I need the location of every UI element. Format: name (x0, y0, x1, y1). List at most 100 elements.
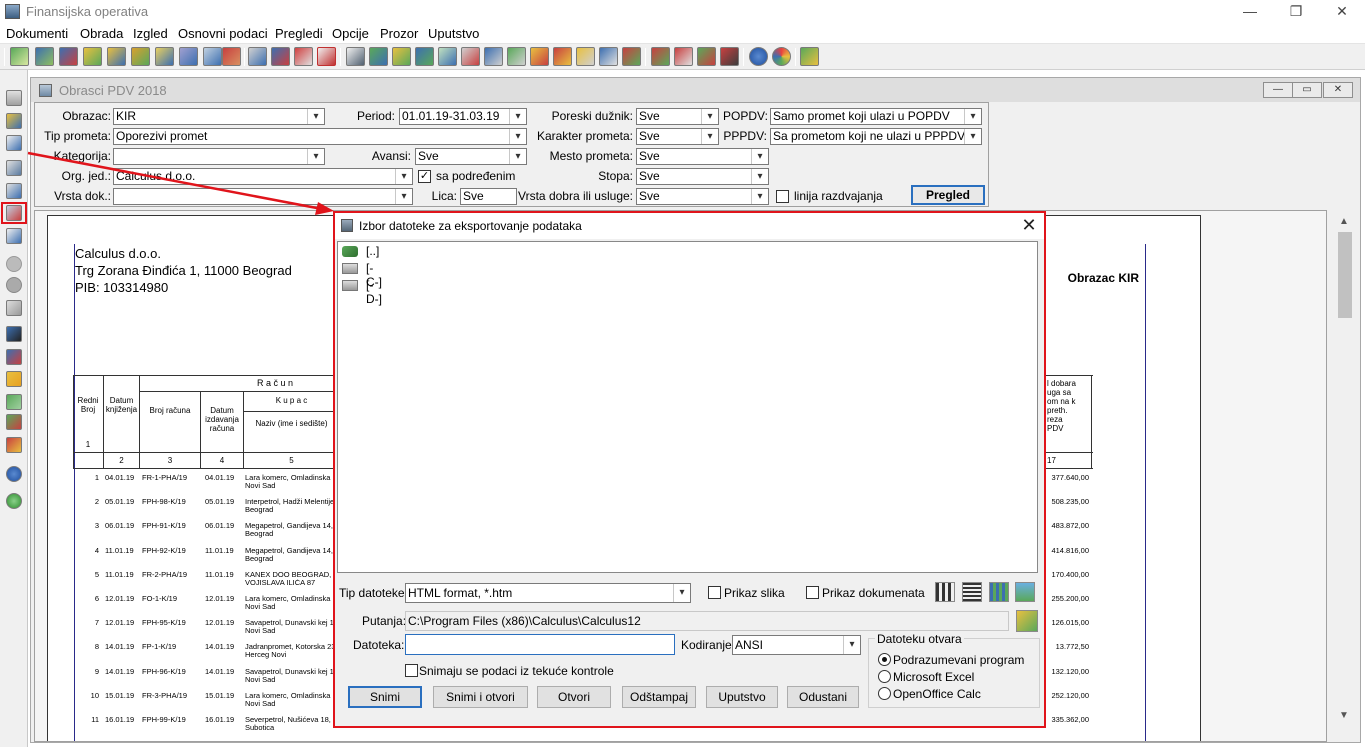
menu-prozor[interactable]: Prozor (380, 26, 418, 41)
write-document-icon[interactable] (107, 47, 126, 66)
vrsta-dok-select[interactable]: ▾ (113, 188, 413, 205)
save-as-icon[interactable] (6, 113, 22, 129)
search-document-icon[interactable] (461, 47, 480, 66)
document-list-icon[interactable] (59, 47, 78, 66)
edit-document-icon[interactable] (83, 47, 102, 66)
poreski-select[interactable]: Sve ▾ (636, 108, 719, 125)
stopa-select[interactable]: Sve ▾ (636, 168, 769, 185)
expand-icon[interactable] (6, 394, 22, 410)
calendar-icon[interactable] (294, 47, 313, 66)
info-document-icon[interactable] (599, 47, 618, 66)
remove-icon[interactable] (6, 277, 22, 293)
new-document-icon[interactable] (10, 47, 29, 66)
uputstvo-button[interactable]: Uputstvo (706, 686, 778, 708)
print-icon[interactable] (6, 160, 22, 176)
scroll-thumb[interactable] (1338, 232, 1352, 318)
tax-icon[interactable] (553, 47, 572, 66)
minimize-button[interactable]: — (1227, 0, 1273, 24)
mail-icon[interactable] (6, 228, 22, 244)
child-maximize-button[interactable]: ▭ (1292, 82, 1322, 98)
view-thumbnails-icon[interactable] (989, 582, 1009, 602)
menu-dokumenti[interactable]: Dokumenti (6, 26, 68, 41)
lica-input[interactable]: Sve (460, 188, 517, 205)
calendar-31-icon[interactable] (346, 47, 365, 66)
export-file-icon[interactable] (6, 135, 22, 151)
report-icon[interactable] (622, 47, 641, 66)
help-icon[interactable] (6, 466, 22, 482)
filter-icon[interactable] (6, 371, 22, 387)
kategorija-select[interactable]: ▾ (113, 148, 325, 165)
list-green-icon[interactable] (697, 47, 716, 66)
contacts-icon[interactable] (179, 47, 198, 66)
radio-default-program[interactable] (878, 653, 891, 666)
menu-osnovni-podaci[interactable]: Osnovni podaci (178, 26, 268, 41)
menu-uputstvo[interactable]: Uputstvo (428, 26, 479, 41)
child-minimize-button[interactable]: — (1263, 82, 1293, 98)
export-icon[interactable] (248, 47, 267, 66)
view-list-icon[interactable] (962, 582, 982, 602)
help-icon[interactable] (749, 47, 768, 66)
menu-obrada[interactable]: Obrada (80, 26, 123, 41)
pppdv-select[interactable]: Sa prometom koji ne ulazi u PPPDV ▾ (770, 128, 982, 145)
sheet-icon[interactable] (438, 47, 457, 66)
list-warning-icon[interactable] (6, 437, 22, 453)
browse-folder-icon[interactable] (1016, 610, 1038, 632)
scroll-down-icon[interactable]: ▼ (1339, 710, 1349, 721)
note-icon[interactable] (576, 47, 595, 66)
palette-icon[interactable] (772, 47, 791, 66)
calculator-icon[interactable] (203, 47, 222, 66)
chart-down-icon[interactable] (392, 47, 411, 66)
kodiranje-select[interactable]: ANSI ▾ (732, 635, 861, 655)
tip-prometa-select[interactable]: Oporezivi promet ▾ (113, 128, 527, 145)
odustani-button[interactable]: Odustani (787, 686, 859, 708)
open-document-icon[interactable] (35, 47, 54, 66)
datoteka-input[interactable] (405, 634, 675, 655)
snimi-i-otvori-button[interactable]: Snimi i otvori (433, 686, 528, 708)
list-dark-icon[interactable] (720, 47, 739, 66)
period-select[interactable]: 01.01.19-31.03.19 ▾ (399, 108, 527, 125)
radio-openoffice[interactable] (878, 687, 891, 700)
vrsta-dobra-select[interactable]: Sve ▾ (636, 188, 769, 205)
radio-excel[interactable] (878, 670, 891, 683)
import-icon[interactable] (271, 47, 290, 66)
list-red-icon[interactable] (651, 47, 670, 66)
org-jed-select[interactable]: Calculus d.o.o. ▾ (113, 168, 413, 185)
snimaju-checkbox[interactable] (405, 664, 418, 677)
obrazac-select[interactable]: KIR ▾ (113, 108, 325, 125)
popdv-select[interactable]: Samo promet koji ulazi u POPDV ▾ (770, 108, 982, 125)
people-icon[interactable] (155, 47, 174, 66)
avansi-select[interactable]: Sve ▾ (415, 148, 527, 165)
truck-icon[interactable] (222, 47, 241, 66)
exit-icon[interactable] (800, 47, 819, 66)
menu-opcije[interactable]: Opcije (332, 26, 369, 41)
sa-podredjenim-checkbox[interactable]: ✓ (418, 170, 431, 183)
print-preview-icon[interactable] (6, 183, 22, 199)
list-delete-icon[interactable] (674, 47, 693, 66)
dialog-close-button[interactable]: ✕ (1018, 216, 1040, 236)
linija-checkbox[interactable] (776, 190, 789, 203)
restore-button[interactable]: ❐ (1273, 0, 1319, 24)
pregled-button[interactable]: Pregled (911, 185, 985, 205)
odstampaj-button[interactable]: Odštampaj (622, 686, 696, 708)
vertical-scrollbar[interactable]: ▲ ▼ (1330, 214, 1360, 742)
sort-icon[interactable] (6, 349, 22, 365)
list-check-icon[interactable] (6, 414, 22, 430)
close-button[interactable]: ✕ (1319, 0, 1365, 24)
edit-icon[interactable] (6, 300, 22, 316)
view-image-icon[interactable] (1015, 582, 1035, 602)
menu-izgled[interactable]: Izgled (133, 26, 168, 41)
file-list[interactable]: [..] [-C-] [-D-] (337, 241, 1038, 573)
go-icon[interactable] (6, 493, 22, 509)
tip-datoteke-select[interactable]: HTML format, *.htm ▾ (405, 583, 691, 603)
scroll-up-icon[interactable]: ▲ (1339, 216, 1349, 227)
add-icon[interactable] (6, 256, 22, 272)
prikaz-slika-checkbox[interactable] (708, 586, 721, 599)
book-icon[interactable] (507, 47, 526, 66)
mesto-select[interactable]: Sve ▾ (636, 148, 769, 165)
prikaz-dokumenata-checkbox[interactable] (806, 586, 819, 599)
child-close-button[interactable]: ✕ (1323, 82, 1353, 98)
menu-pregledi[interactable]: Pregledi (275, 26, 323, 41)
coins-icon[interactable] (530, 47, 549, 66)
ledger-icon[interactable] (415, 47, 434, 66)
chart-icon[interactable] (369, 47, 388, 66)
